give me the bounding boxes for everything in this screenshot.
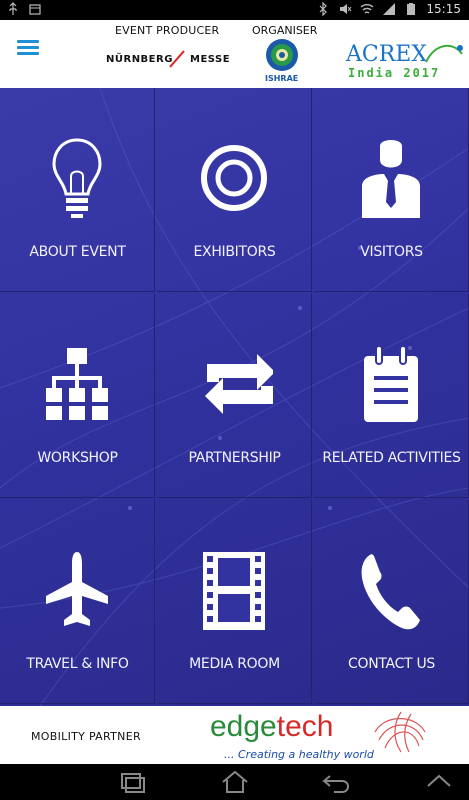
contact-us-label: CONTACT US (348, 656, 435, 672)
nm-logo-left-text: NÜRNBERG (106, 54, 173, 65)
usb-icon (9, 2, 17, 15)
mute-icon (340, 4, 352, 14)
exchange-arrows-icon (205, 354, 273, 414)
home-icon[interactable] (220, 770, 250, 794)
wifi-icon (360, 4, 374, 14)
partnership-tile[interactable]: PARTNERSHIP (157, 294, 312, 498)
partnership-label: PARTNERSHIP (188, 450, 281, 466)
related-activities-label: RELATED ACTIVITIES (322, 450, 461, 466)
hierarchy-icon (46, 348, 108, 420)
visitors-label: VISITORS (360, 244, 423, 260)
related-activities-tile[interactable]: RELATED ACTIVITIES (314, 294, 469, 498)
nm-logo-right-text: MESSE (190, 54, 231, 65)
media-room-tile[interactable]: MEDIA ROOM (157, 500, 312, 704)
globe-swirl-icon (374, 711, 426, 753)
organiser-label: ORGANISER (252, 24, 318, 37)
travel-info-label: TRAVEL & INFO (26, 656, 129, 672)
signal-icon (383, 3, 396, 15)
partner-banner[interactable]: MOBILITY PARTNER edgetech ... Creating a… (0, 706, 469, 764)
event-producer-label: EVENT PRODUCER (115, 24, 220, 37)
nurnberg-messe-logo: NÜRNBERG MESSE (106, 50, 234, 68)
exhibitors-label: EXHIBITORS (193, 244, 276, 260)
about-event-label: ABOUT EVENT (29, 244, 126, 260)
film-strip-icon (203, 552, 265, 630)
edgetech-title-b: tech (276, 710, 334, 743)
person-icon (362, 140, 420, 218)
recent-apps-icon[interactable] (118, 770, 148, 794)
target-icon (201, 145, 267, 211)
visitors-tile[interactable]: VISITORS (314, 88, 469, 292)
nm-slash-icon (169, 50, 185, 68)
mobility-partner-label: MOBILITY PARTNER (31, 730, 141, 743)
app-header: EVENT PRODUCER ORGANISER NÜRNBERG MESSE … (0, 20, 469, 88)
media-room-label: MEDIA ROOM (189, 656, 280, 672)
exhibitors-tile[interactable]: EXHIBITORS (157, 88, 312, 292)
acrex-logo: ACREX India 2017 (346, 40, 466, 80)
status-bar: 15:15 (0, 0, 469, 20)
about-event-tile[interactable]: ABOUT EVENT (0, 88, 155, 292)
airplane-icon (46, 552, 108, 626)
back-icon[interactable] (322, 770, 352, 794)
battery-icon (407, 3, 416, 15)
edgetech-title-a: edge (210, 710, 277, 743)
status-time: 15:15 (426, 2, 461, 16)
edgetech-logo: edgetech ... Creating a healthy world (205, 708, 435, 762)
workshop-tile[interactable]: WORKSHOP (0, 294, 155, 498)
storage-icon (29, 4, 41, 15)
phone-icon (361, 554, 420, 630)
edgetech-tagline: ... Creating a healthy world (224, 748, 374, 761)
ishrae-label: ISHRAE (265, 74, 299, 83)
android-nav-bar (0, 764, 469, 800)
travel-info-tile[interactable]: TRAVEL & INFO (0, 500, 155, 704)
edgetech-title: edgetech (210, 710, 333, 744)
contact-us-tile[interactable]: CONTACT US (314, 500, 469, 704)
bluetooth-icon (319, 2, 328, 16)
menu-grid: ABOUT EVENT EXHIBITORS VISITORS WORKSHOP… (0, 88, 469, 706)
chevron-up-icon[interactable] (424, 770, 454, 794)
lightbulb-icon (52, 138, 102, 218)
workshop-label: WORKSHOP (37, 450, 118, 466)
menu-button[interactable] (17, 40, 39, 56)
notepad-icon (364, 345, 418, 422)
acrex-title: ACREX (346, 42, 428, 67)
acrex-subtitle: India 2017 (348, 66, 441, 80)
